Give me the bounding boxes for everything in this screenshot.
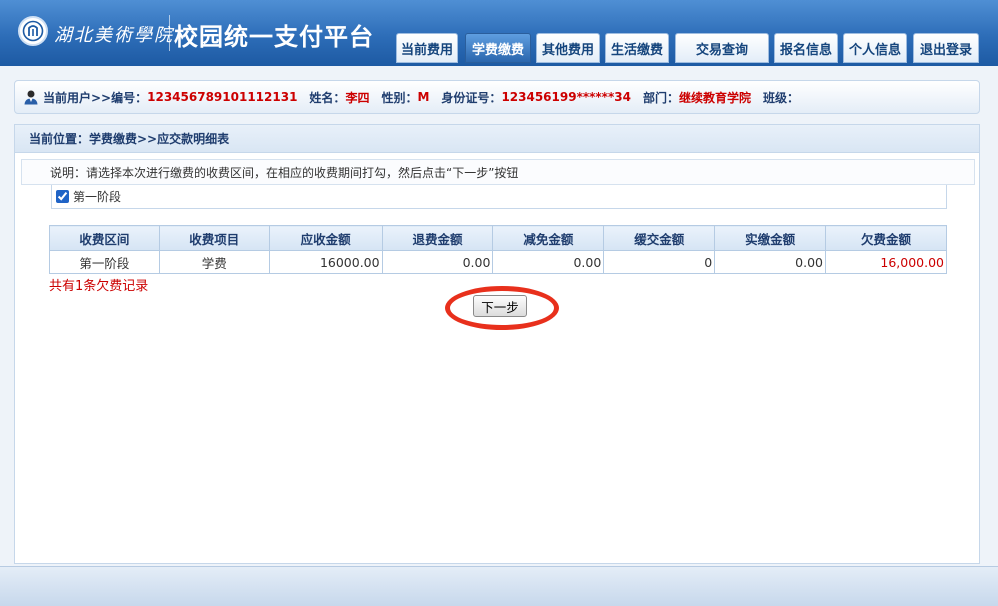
header-divider [169, 15, 170, 51]
nav-label: 其他费用 [541, 42, 594, 58]
cell-receivable: 16000.00 [268, 250, 383, 274]
cell-period: 第一阶段 [49, 250, 160, 274]
gender-value: M [417, 90, 430, 104]
class-label: 班级： [762, 90, 799, 105]
cell-refund: 0.00 [381, 250, 494, 274]
nav-tuition-payment[interactable]: 学费缴费 [465, 33, 531, 63]
name-value: 李四 [345, 90, 370, 105]
next-step-button[interactable]: 下一步 [473, 295, 527, 317]
name-label: 姓名： [309, 90, 346, 105]
platform-title: 校园统一支付平台 [174, 23, 374, 51]
nav-logout[interactable]: 退出登录 [913, 33, 979, 63]
col-header-arrears: 欠费金额 [825, 225, 947, 251]
cell-arrears: 16,000.00 [825, 250, 947, 274]
nav-label: 退出登录 [919, 42, 972, 58]
instruction-text: 说明：请选择本次进行缴费的收费区间，在相应的收费期间打勾，然后点击“下一步”按钮 [21, 159, 975, 185]
table-header-row: 收费区间 收费项目 应收金额 退费金额 减免金额 缓交金额 实缴金额 欠费金额 [49, 225, 947, 251]
cell-reduction: 0.00 [492, 250, 605, 274]
department-value: 继续教育学院 [678, 90, 751, 105]
col-header-paid: 实缴金额 [714, 225, 826, 251]
col-header-refund: 退费金额 [381, 225, 494, 251]
cell-deferred: 0 [603, 250, 716, 274]
col-header-period: 收费区间 [49, 225, 160, 251]
nav-label: 生活缴费 [610, 42, 663, 58]
phase-selector: 第一阶段 [51, 185, 947, 209]
header-banner: 湖北美術學院 校园统一支付平台 当前费用 学费缴费 其他费用 生活缴费 交易查询… [0, 0, 998, 66]
user-info-bar: 当前用户>>编号： 123456789101112131 姓名： 李四 性别： … [14, 80, 980, 114]
col-header-deferred: 缓交金额 [603, 225, 716, 251]
cell-item: 学费 [158, 250, 270, 274]
phase-checkbox[interactable] [56, 190, 69, 203]
nav-label: 报名信息 [779, 42, 832, 58]
idcard-value: 123456199******34 [501, 90, 631, 104]
fee-detail-table: 收费区间 收费项目 应收金额 退费金额 减免金额 缓交金额 实缴金额 欠费金额 … [49, 225, 947, 274]
col-header-reduction: 减免金额 [492, 225, 605, 251]
department-label: 部门： [642, 90, 679, 105]
nav-personal-info[interactable]: 个人信息 [843, 33, 907, 63]
nav-label: 当前费用 [400, 42, 453, 58]
cell-paid: 0.00 [714, 250, 826, 274]
nav-label: 交易查询 [695, 42, 748, 58]
col-header-item: 收费项目 [158, 225, 270, 251]
table-row: 第一阶段 学费 16000.00 0.00 0.00 0 0.00 16,000… [49, 250, 947, 274]
user-id-value: 123456789101112131 [147, 90, 298, 104]
nav-living-payment[interactable]: 生活缴费 [605, 33, 669, 63]
school-name: 湖北美術學院 [54, 25, 174, 46]
idcard-label: 身份证号： [441, 90, 502, 105]
footer-bar [0, 566, 998, 606]
phase-label: 第一阶段 [73, 190, 122, 204]
nav-registration-info[interactable]: 报名信息 [774, 33, 838, 63]
current-user-label: 当前用户>>编号： [43, 90, 148, 105]
nav-other-fees[interactable]: 其他费用 [536, 33, 600, 63]
content-panel: 当前位置：学费缴费>>应交款明细表 说明：请选择本次进行缴费的收费区间，在相应的… [14, 124, 980, 564]
school-logo-icon [18, 16, 48, 46]
nav-current-fees[interactable]: 当前费用 [396, 33, 458, 63]
user-avatar-icon [23, 89, 39, 105]
nav-transaction-query[interactable]: 交易查询 [675, 33, 769, 63]
col-header-receivable: 应收金额 [268, 225, 383, 251]
gender-label: 性别： [381, 90, 418, 105]
nav-label: 学费缴费 [471, 42, 524, 58]
nav-label: 个人信息 [848, 42, 901, 58]
breadcrumb: 当前位置：学费缴费>>应交款明细表 [15, 125, 979, 153]
arrears-summary: 共有1条欠费记录 [49, 279, 149, 294]
